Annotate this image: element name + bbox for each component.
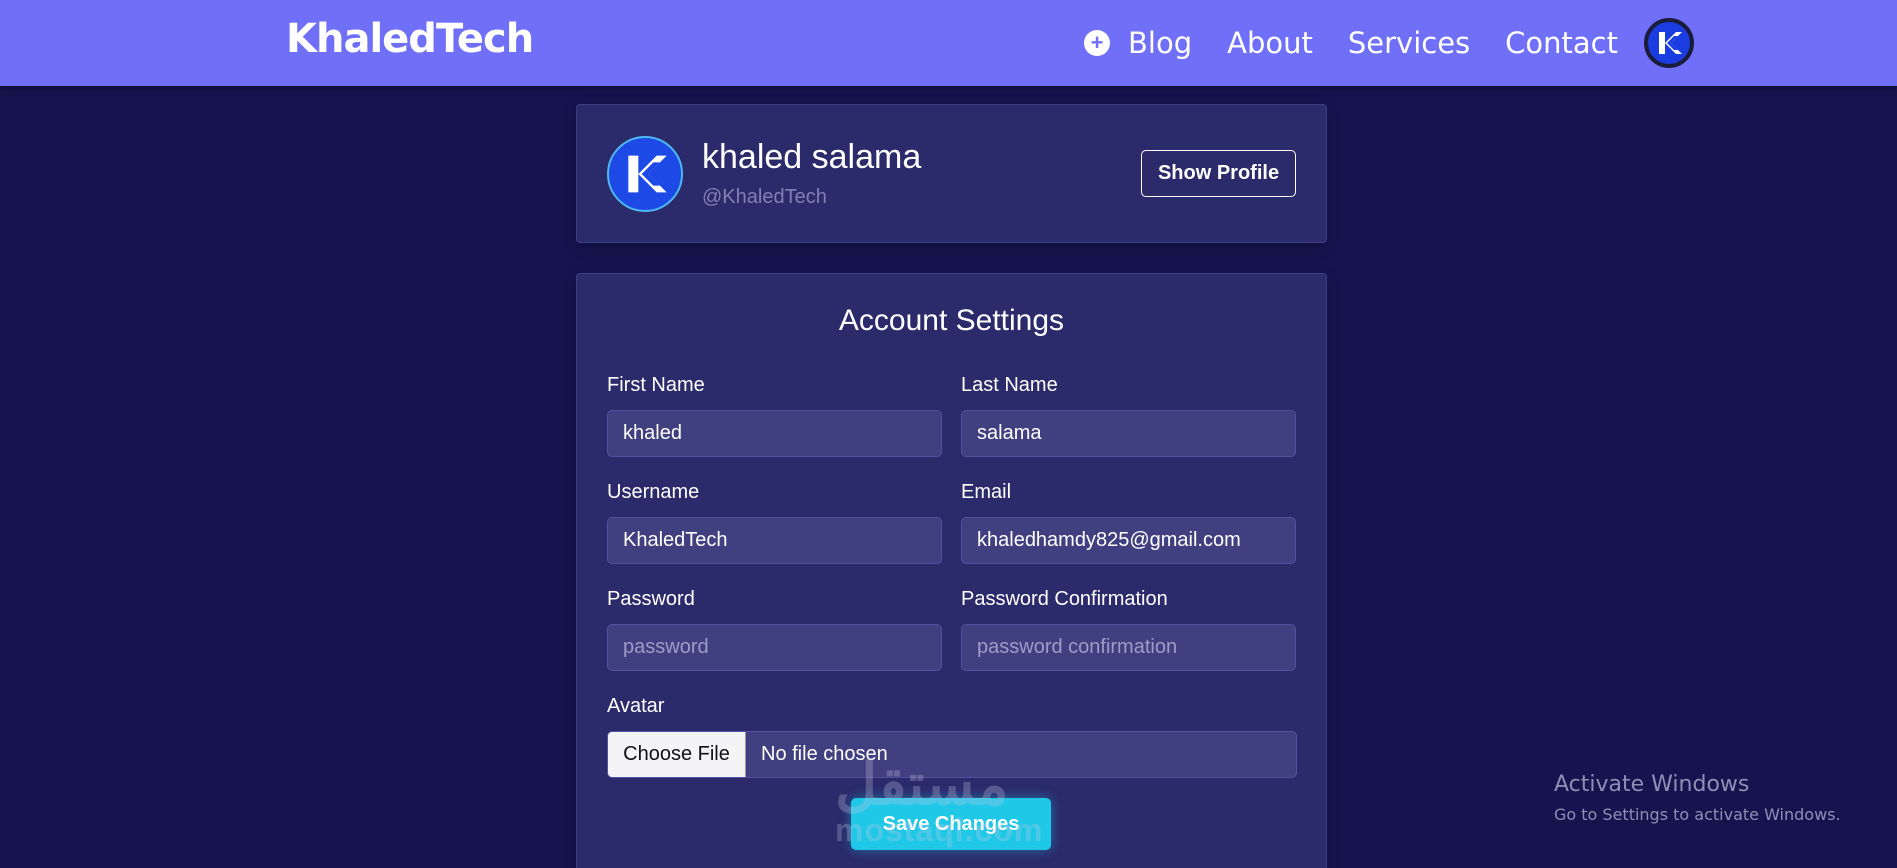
profile-avatar [607,136,683,212]
profile-card: khaled salama @KhaledTech Show Profile [576,104,1327,243]
profile-handle: @KhaledTech [702,186,827,208]
navbar: KhaledTech + Blog About Services Contact [0,0,1897,86]
last-name-label: Last Name [961,374,1058,396]
user-avatar[interactable] [1643,18,1694,68]
nav-link-contact[interactable]: Contact [1505,26,1618,60]
nav-link-blog[interactable]: Blog [1128,26,1192,60]
last-name-input[interactable] [961,410,1296,457]
choose-file-button[interactable]: Choose File [608,732,746,777]
username-label: Username [607,481,700,503]
profile-name: khaled salama [702,138,922,176]
save-changes-button[interactable]: Save Changes [851,798,1051,850]
account-settings-card: Account Settings First Name Last Name Us… [576,273,1327,868]
activation-title: Activate Windows [1554,772,1750,797]
k-logo-icon [628,155,667,193]
nav-links: + Blog About Services Contact [1084,0,1694,86]
settings-title: Account Settings [838,304,1065,337]
windows-activation-notice: Activate Windows Go to Settings to activ… [1554,772,1841,824]
nav-link-about[interactable]: About [1227,26,1313,60]
password-label: Password [607,588,695,610]
password-confirmation-label: Password Confirmation [961,588,1168,610]
avatar-file-input[interactable]: Choose File No file chosen [607,731,1297,778]
avatar-label: Avatar [607,695,665,717]
k-logo-icon [1658,32,1682,54]
brand-logo[interactable]: KhaledTech [286,16,534,62]
first-name-input[interactable] [607,410,942,457]
email-label: Email [961,481,1012,503]
nav-link-services[interactable]: Services [1348,26,1470,60]
first-name-label: First Name [607,374,705,396]
username-input[interactable] [607,517,942,564]
file-status: No file chosen [761,743,888,765]
activation-subtitle: Go to Settings to activate Windows. [1554,805,1841,824]
password-input[interactable] [607,624,942,671]
email-input[interactable] [961,517,1296,564]
plus-circle-icon[interactable]: + [1084,30,1110,56]
password-confirmation-input[interactable] [961,624,1296,671]
show-profile-button[interactable]: Show Profile [1141,150,1296,197]
